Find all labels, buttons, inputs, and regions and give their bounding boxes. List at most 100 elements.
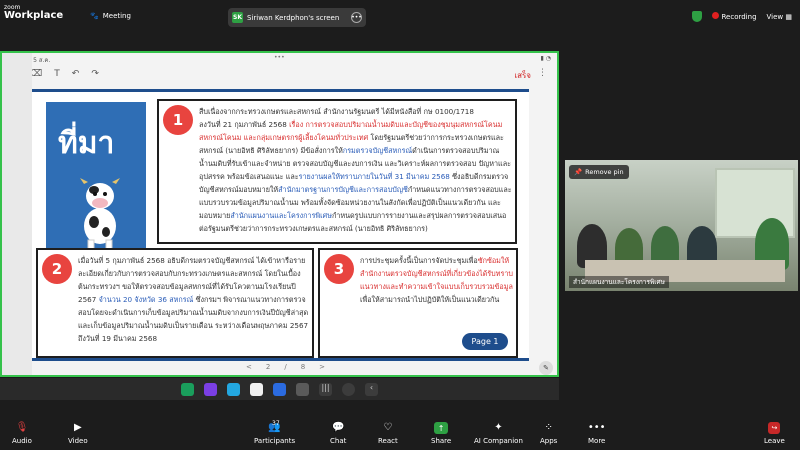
title-panel: ที่มา xyxy=(46,102,146,253)
view-grid-icon: ▦ xyxy=(785,12,792,21)
top-right-controls: Recording View ▦ xyxy=(691,11,792,22)
notes-app-icon[interactable] xyxy=(204,382,217,396)
paw-icon: 🐾 xyxy=(90,12,99,20)
chat-icon: 💬 xyxy=(331,422,345,433)
participants-label: Participants xyxy=(254,437,296,445)
more-label: More xyxy=(588,437,606,445)
more-options-icon[interactable]: ••• xyxy=(351,12,362,23)
security-shield-icon[interactable] xyxy=(691,11,702,22)
redo-icon[interactable]: ↷ xyxy=(91,69,99,79)
box3-number-badge: 3 xyxy=(324,254,354,284)
toolbar-more-icon[interactable]: ⋮ xyxy=(538,68,547,78)
audio-button[interactable]: 🎙 Audio xyxy=(12,422,32,446)
back-button-icon[interactable]: ‹ xyxy=(365,382,378,396)
video-off-icon: ▶ xyxy=(73,422,82,433)
tablet-status-icons: ▮ ◔ xyxy=(540,55,551,62)
next-page-button[interactable]: > xyxy=(319,363,325,371)
box1-line1: สืบเนื่องจากกระทรวงเกษตรและสหกรณ์ สำนักง… xyxy=(199,107,474,116)
apps-grid-icon: ⁘ xyxy=(544,422,553,433)
zoom-app-icon[interactable] xyxy=(273,382,286,396)
share-button[interactable]: ↑ Share xyxy=(431,422,451,445)
shared-screen: 09:02 น. 5 ส.ค. ••• ▮ ◔ ✎ ⌫ T ↶ ↷ เสร็จ … xyxy=(0,51,559,377)
box2-blue: จำนวน 20 จังหวัด 36 สหกรณ์ xyxy=(98,295,194,304)
meeting-button[interactable]: 🐾 Meeting xyxy=(90,12,131,20)
view-button[interactable]: View ▦ xyxy=(767,13,792,21)
prev-page-button[interactable]: < xyxy=(246,363,252,371)
more-button[interactable]: ••• More xyxy=(587,422,606,446)
react-label: React xyxy=(378,437,398,445)
tablet-handle-icon: ••• xyxy=(274,54,285,61)
react-button[interactable]: ♡ React xyxy=(378,422,398,446)
chrome-app-icon[interactable] xyxy=(250,382,263,396)
recording-label: Recording xyxy=(721,13,757,21)
annotation-toolbar: ✎ ⌫ T ↶ ↷ เสร็จ ⋮ xyxy=(2,64,557,84)
tablet-dock: ||| ‹ xyxy=(0,378,559,400)
done-button[interactable]: เสร็จ xyxy=(514,69,531,82)
recording-indicator[interactable]: Recording xyxy=(711,12,757,21)
box1-p-a: ลงวันที่ 21 กุมภาพันธ์ 2568 xyxy=(199,120,290,129)
slide-pager: < 2 / 8 > xyxy=(246,363,325,371)
pin-icon: 📌 xyxy=(574,168,583,176)
chat-label: Chat xyxy=(330,437,347,445)
edit-pencil-icon[interactable]: ✎ xyxy=(539,361,553,375)
box3-text: การประชุมครั้งนี้เป็นการจัดประชุมเพื่อซั… xyxy=(360,254,515,306)
muted-mic-icon: 🎙 xyxy=(15,422,29,433)
video-label: Video xyxy=(68,437,88,445)
info-box-2: 2 เมื่อวันที่ 5 กุมภาพันธ์ 2568 อธิบดีกร… xyxy=(36,248,314,358)
screen-owner-label: Siriwan Kerdphon's screen xyxy=(247,13,340,22)
meeting-controls: 🎙 Audio ▶ Video 👥 37 Participants 💬 Chat… xyxy=(0,418,800,450)
box1-number-badge: 1 xyxy=(163,105,193,135)
ai-label: AI Companion xyxy=(474,437,523,445)
sparkle-icon: ✦ xyxy=(494,422,503,433)
pager-separator: / xyxy=(284,363,287,371)
slide-heading: ที่มา xyxy=(58,126,115,161)
recent-apps-icon[interactable]: ||| xyxy=(319,382,332,396)
record-dot-icon xyxy=(711,12,719,19)
more-dots-icon: ••• xyxy=(587,422,606,433)
leave-label: Leave xyxy=(764,437,785,445)
phone-app-icon[interactable] xyxy=(181,382,194,396)
view-label: View xyxy=(766,12,784,21)
share-screen-icon: ↑ xyxy=(434,422,449,434)
apps-label: Apps xyxy=(540,437,558,445)
info-box-3: 3 การประชุมครั้งนี้เป็นการจัดประชุมเพื่อ… xyxy=(318,248,518,358)
text-icon[interactable]: T xyxy=(54,69,60,79)
pinned-video-tile[interactable]: 📌 Remove pin สำนักแผนงานและโครงการพิเศษ xyxy=(565,160,798,291)
info-box-1: 1 สืบเนื่องจากกระทรวงเกษตรและสหกรณ์ สำนั… xyxy=(157,99,517,244)
remove-pin-label: Remove pin xyxy=(585,168,624,176)
chat-button[interactable]: 💬 Chat xyxy=(330,422,347,446)
share-label: Share xyxy=(431,437,452,445)
page-label-button: Page 1 xyxy=(462,333,508,350)
apps-button[interactable]: ⁘ Apps xyxy=(540,422,558,446)
box1-blue3: สำนักมาตรฐานการบัญชีและการสอบบัญชี xyxy=(278,185,408,194)
participants-count: 37 xyxy=(272,420,280,427)
slide-margin xyxy=(2,53,32,375)
meeting-label: Meeting xyxy=(102,12,131,20)
leave-button[interactable]: ↪ Leave xyxy=(764,422,785,445)
audio-label: Audio xyxy=(12,437,32,445)
participants-button[interactable]: 👥 37 Participants xyxy=(254,420,296,445)
video-button[interactable]: ▶ Video xyxy=(68,422,88,446)
box1-blue4: สำนักแผนงานและโครงการพิเศษ xyxy=(230,211,332,220)
leave-icon: ↪ xyxy=(768,422,781,434)
box2-number-badge: 2 xyxy=(42,254,72,284)
current-page: 2 xyxy=(265,363,271,371)
box3-p-b: เพื่อให้สามารถนำไปปฏิบัติให้เป็นแนวเดียว… xyxy=(360,295,500,304)
settings-app-icon[interactable] xyxy=(296,382,309,396)
undo-icon[interactable]: ↶ xyxy=(72,69,80,79)
heart-icon: ♡ xyxy=(383,422,393,433)
screen-share-pill[interactable]: SK Siriwan Kerdphon's screen ••• xyxy=(228,8,366,27)
messages-app-icon[interactable] xyxy=(227,382,240,396)
participant-name-label: สำนักแผนงานและโครงการพิเศษ xyxy=(569,276,669,288)
box1-blue1: กรมตรวจบัญชีสหกรณ์ xyxy=(342,146,413,155)
remove-pin-button[interactable]: 📌 Remove pin xyxy=(569,165,629,179)
box1-text: สืบเนื่องจากกระทรวงเกษตรและสหกรณ์ สำนักง… xyxy=(199,105,514,235)
ai-companion-button[interactable]: ✦ AI Companion xyxy=(474,422,523,446)
home-button-icon[interactable] xyxy=(342,382,355,396)
box1-blue2: รายงานผลให้ทราบภายในวันที่ 31 มีนาคม 256… xyxy=(298,172,450,181)
logo-line2: Workplace xyxy=(4,10,64,21)
presentation-slide: ที่มา 1 สืบเนื่องจากกระทรวงเกษตรและสหกรณ… xyxy=(32,89,529,361)
total-pages: 8 xyxy=(300,363,306,371)
top-bar: zoom Workplace 🐾 Meeting SK Siriwan Kerd… xyxy=(0,0,800,36)
box2-text: เมื่อวันที่ 5 กุมภาพันธ์ 2568 อธิบดีกรมต… xyxy=(78,254,310,345)
